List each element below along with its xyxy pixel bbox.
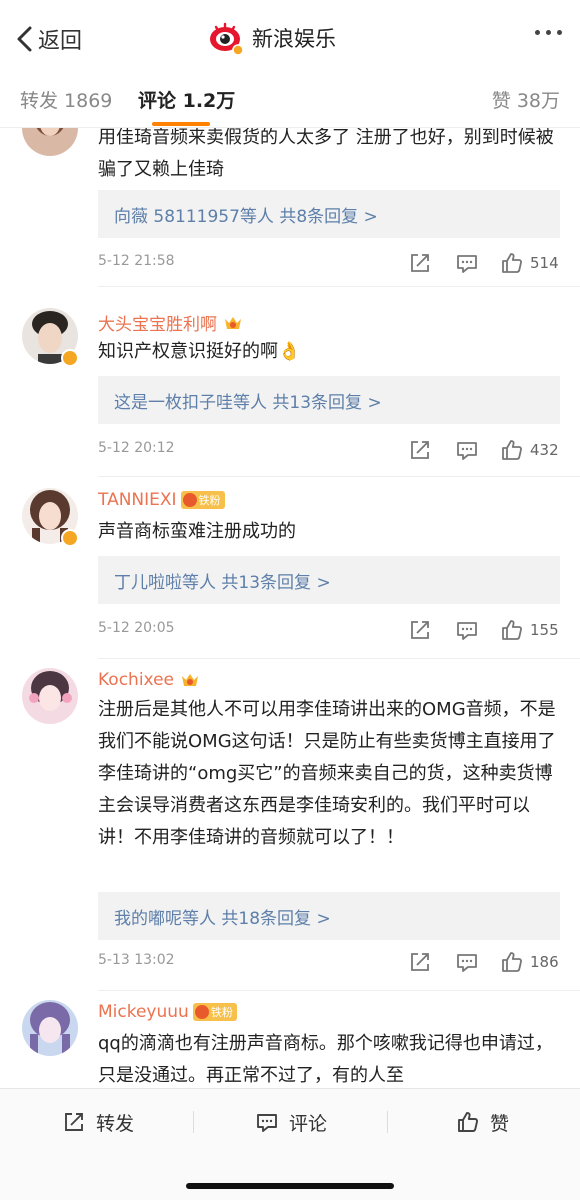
thumbs-up-icon	[502, 253, 522, 273]
username[interactable]: TANNIEXI 铁粉	[98, 490, 225, 510]
chevron-left-icon	[17, 26, 32, 52]
thumbs-up-icon	[502, 440, 522, 460]
thumbs-up-icon	[458, 1112, 479, 1132]
share-icon[interactable]	[408, 251, 432, 275]
fan-badge-label: 铁粉	[198, 494, 221, 507]
like-button[interactable]: 514	[500, 251, 559, 275]
fan-badge-icon	[194, 1005, 209, 1019]
comment-icon[interactable]	[455, 950, 479, 974]
comment-text: 声音商标蛮难注册成功的	[98, 521, 296, 542]
divider	[98, 476, 580, 477]
fan-badge-icon	[182, 493, 197, 507]
comment-text: 知识产权意识挺好的啊👌	[98, 341, 301, 362]
like-button[interactable]: 186	[500, 950, 559, 974]
tab-likes[interactable]: 赞 38万	[492, 86, 560, 113]
comment-time: 5-12 20:05	[98, 620, 175, 636]
bottom-action-bar: 转发 评论 赞	[0, 1088, 580, 1200]
comment-text: qq的滴滴也有注册声音商标。那个咳嗽我记得也申请过，只是没通过。再正常不过了，有…	[98, 1033, 553, 1086]
share-icon[interactable]	[408, 950, 432, 974]
share-icon	[65, 1113, 83, 1131]
repost-label: 转发	[96, 1112, 135, 1135]
comment-time: 5-12 20:12	[98, 440, 175, 456]
sina-eye-logo	[208, 20, 244, 56]
comment-label: 评论	[289, 1112, 328, 1135]
username-text: 大头宝宝胜利啊	[98, 315, 217, 335]
reply-summary-link[interactable]: 我的嘟呢等人 共18条回复 >	[98, 892, 560, 940]
back-label: 返回	[38, 29, 83, 54]
divider	[193, 1111, 194, 1133]
comment-text: 注册后是其他人不可以用李佳琦讲出来的OMG音频，不是我们不能说OMG这句话！只是…	[98, 699, 556, 848]
like-count: 432	[530, 441, 559, 459]
verified-badge-icon	[61, 349, 79, 367]
like-count: 155	[530, 621, 559, 639]
account-title[interactable]: 新浪娱乐	[208, 18, 336, 58]
verified-badge-icon	[61, 529, 79, 547]
fan-badge: 铁粉	[192, 1003, 237, 1021]
repost-button[interactable]: 转发	[62, 1107, 134, 1137]
divider	[98, 990, 580, 991]
comment-text: 用佳琦音频来卖假货的人太多了 注册了也好，别到时候被骗了又赖上佳琦	[98, 128, 554, 180]
share-icon[interactable]	[408, 618, 432, 642]
comment-meta: 5-12 21:58 514	[98, 251, 560, 275]
thumbs-up-icon	[502, 620, 522, 640]
avatar[interactable]	[22, 668, 78, 724]
share-icon[interactable]	[408, 438, 432, 462]
reply-summary-link[interactable]: 向薇 58111957等人 共8条回复 >	[98, 190, 560, 238]
divider	[387, 1111, 388, 1133]
active-tab-indicator	[152, 122, 210, 126]
top-nav-bar: 返回 新浪娱乐	[0, 0, 580, 78]
reply-summary-link[interactable]: 这是一枚扣子哇等人 共13条回复 >	[98, 376, 560, 424]
member-crown-icon	[225, 316, 241, 329]
fan-badge-label: 铁粉	[210, 1006, 233, 1019]
comment-feed[interactable]: 用佳琦音频来卖假货的人太多了 注册了也好，别到时候被骗了又赖上佳琦 向薇 581…	[0, 128, 580, 1088]
tab-bar: 转发 1869 评论 1.2万 赞 38万	[0, 78, 580, 128]
back-button[interactable]: 返回	[14, 22, 82, 56]
like-count: 186	[530, 953, 559, 971]
username-text: Kochixee	[98, 670, 175, 690]
more-dots-icon[interactable]	[535, 30, 562, 35]
username[interactable]: Kochixee	[98, 670, 200, 690]
tab-repost[interactable]: 转发 1869	[20, 86, 112, 113]
comment-icon	[257, 1114, 277, 1132]
fan-badge: 铁粉	[180, 491, 225, 509]
page-title: 新浪娱乐	[252, 27, 336, 51]
comment-button[interactable]: 评论	[255, 1107, 327, 1137]
comment-icon[interactable]	[455, 438, 479, 462]
username[interactable]: Mickeyuuu 铁粉	[98, 1002, 237, 1022]
like-label: 赞	[490, 1112, 510, 1135]
comment-meta: 5-13 13:02 186	[98, 950, 560, 974]
divider	[98, 658, 580, 659]
member-crown-icon	[182, 674, 199, 686]
comment-icon[interactable]	[455, 251, 479, 275]
comment-meta: 5-12 20:05 155	[98, 618, 560, 642]
comment-time: 5-13 13:02	[98, 952, 175, 968]
divider	[98, 286, 580, 287]
like-count: 514	[530, 254, 559, 272]
like-button[interactable]: 155	[500, 618, 559, 642]
thumbs-up-icon	[502, 952, 522, 972]
username-text: TANNIEXI	[98, 490, 177, 510]
comment-icon[interactable]	[455, 618, 479, 642]
avatar[interactable]	[22, 1000, 78, 1056]
avatar[interactable]	[22, 128, 78, 156]
like-button[interactable]: 赞	[456, 1107, 509, 1137]
username-text: Mickeyuuu	[98, 1002, 189, 1022]
comment-meta: 5-12 20:12 432	[98, 438, 560, 462]
reply-summary-link[interactable]: 丁儿啦啦等人 共13条回复 >	[98, 556, 560, 604]
tab-comments[interactable]: 评论 1.2万	[138, 86, 235, 113]
comment-time: 5-12 21:58	[98, 253, 175, 269]
like-button[interactable]: 432	[500, 438, 559, 462]
home-indicator[interactable]	[186, 1183, 394, 1189]
username[interactable]: 大头宝宝胜利啊	[98, 310, 243, 335]
